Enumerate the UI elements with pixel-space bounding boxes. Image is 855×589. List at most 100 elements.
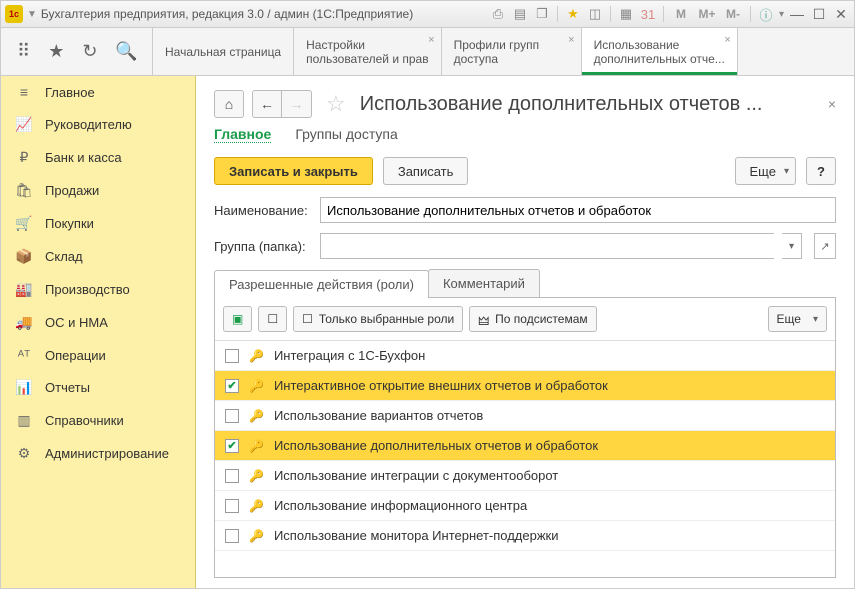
key-icon: 🔑 xyxy=(249,409,264,423)
history-icon[interactable]: ↻ xyxy=(82,41,97,62)
top-toolbar: ⠿ ★ ↻ 🔍 Начальная страница Настройки пол… xyxy=(0,28,855,76)
name-input[interactable] xyxy=(320,197,836,223)
role-checkbox[interactable] xyxy=(225,379,239,393)
nav-back-button[interactable]: ← xyxy=(252,90,282,118)
memory-m-button[interactable]: M xyxy=(670,7,692,21)
more-button[interactable]: Еще xyxy=(735,157,796,185)
role-row[interactable]: 🔑Использование информационного центра xyxy=(215,491,835,521)
tool-icon[interactable]: ◫ xyxy=(586,6,604,22)
sidebar-item-label: Покупки xyxy=(45,216,94,231)
sidebar-item[interactable]: 🛍Продажи xyxy=(1,174,195,207)
save-and-close-button[interactable]: Записать и закрыть xyxy=(214,157,373,185)
sidebar-item[interactable]: ▥Справочники xyxy=(1,404,195,437)
subtab-main[interactable]: Главное xyxy=(214,126,271,143)
role-row[interactable]: 🔑Использование монитора Интернет-поддерж… xyxy=(215,521,835,551)
subtab-groups[interactable]: Группы доступа xyxy=(295,126,397,143)
key-icon: 🔑 xyxy=(249,349,264,363)
sidebar-item-label: Операции xyxy=(45,348,106,363)
home-button[interactable]: ⌂ xyxy=(214,90,244,118)
sidebar-item[interactable]: 🏭Производство xyxy=(1,273,195,306)
tab-label-line1: Профили групп xyxy=(454,38,569,52)
sidebar-item[interactable]: ≡Главное xyxy=(1,76,195,108)
tree-icon: 🜲 xyxy=(478,307,489,332)
sidebar-item-icon: ₽ xyxy=(15,149,33,166)
tab-comment[interactable]: Комментарий xyxy=(428,269,540,297)
info-icon[interactable]: ⓘ xyxy=(757,5,775,24)
sidebar-item[interactable]: 📈 Руководителю xyxy=(1,108,195,141)
tab-home[interactable]: Начальная страница xyxy=(153,28,294,75)
group-input[interactable] xyxy=(320,233,774,259)
select-all-icon: ▣ xyxy=(232,312,243,326)
copy-icon[interactable]: ❐ xyxy=(533,6,551,22)
role-list: 🔑Интеграция с 1С-Бухфон🔑Интерактивное от… xyxy=(215,340,835,577)
nav-forward-button[interactable]: → xyxy=(282,90,312,118)
role-row[interactable]: 🔑Интеграция с 1С-Бухфон xyxy=(215,341,835,371)
window-title: Бухгалтерия предприятия, редакция 3.0 / … xyxy=(41,7,413,21)
role-row[interactable]: 🔑Использование вариантов отчетов xyxy=(215,401,835,431)
sidebar-item-label: Отчеты xyxy=(45,380,90,395)
role-checkbox[interactable] xyxy=(225,499,239,513)
only-selected-button[interactable]: ☐Только выбранные роли xyxy=(293,306,463,332)
sidebar-item-label: Руководителю xyxy=(45,117,132,132)
memory-mplus-button[interactable]: M+ xyxy=(696,7,718,21)
role-row[interactable]: 🔑Использование интеграции с документообо… xyxy=(215,461,835,491)
sidebar-item[interactable]: 📦Склад xyxy=(1,240,195,273)
sidebar-item[interactable]: ⚙Администрирование xyxy=(1,437,195,470)
group-open-icon[interactable]: ↗ xyxy=(814,233,836,259)
tab-label-line2: дополнительных отче... xyxy=(594,52,725,66)
deselect-all-button[interactable]: ☐ xyxy=(258,306,287,332)
tab-label-line1: Использование xyxy=(594,38,725,52)
close-button[interactable]: ✕ xyxy=(832,6,850,23)
role-checkbox[interactable] xyxy=(225,439,239,453)
tab-additional-reports[interactable]: Использование дополнительных отче... × xyxy=(582,28,738,75)
role-checkbox[interactable] xyxy=(225,469,239,483)
search-icon[interactable]: 🔍 xyxy=(115,41,137,62)
role-checkbox[interactable] xyxy=(225,529,239,543)
sidebar-item-icon: 📦 xyxy=(15,248,33,265)
tab-access-profiles[interactable]: Профили групп доступа × xyxy=(442,28,582,75)
calendar-icon[interactable]: 31 xyxy=(639,7,657,22)
favorite-star-icon[interactable]: ☆ xyxy=(326,91,346,117)
role-row[interactable]: 🔑Использование дополнительных отчетов и … xyxy=(215,431,835,461)
tab-close-icon[interactable]: × xyxy=(568,34,574,46)
deselect-all-icon: ☐ xyxy=(267,312,278,326)
sidebar-item-label: Производство xyxy=(45,282,130,297)
tab-roles[interactable]: Разрешенные действия (роли) xyxy=(214,270,429,298)
help-button[interactable]: ? xyxy=(806,157,836,185)
sidebar-item[interactable]: 🚚ОС и НМА xyxy=(1,306,195,339)
star-icon[interactable]: ★ xyxy=(564,6,582,22)
memory-mminus-button[interactable]: M- xyxy=(722,7,744,21)
minimize-button[interactable]: — xyxy=(788,6,806,22)
by-subsystems-label: По подсистемам xyxy=(495,312,587,326)
app-menu-dropdown-icon[interactable]: ▼ xyxy=(27,9,37,20)
group-dropdown-icon[interactable]: ▾ xyxy=(782,233,802,259)
tab-close-icon[interactable]: × xyxy=(724,34,730,46)
sidebar-item-icon: 📈 xyxy=(15,116,33,133)
sidebar-item[interactable]: 🛒Покупки xyxy=(1,207,195,240)
roles-more-button[interactable]: Еще▾ xyxy=(768,306,827,332)
page-close-icon[interactable]: × xyxy=(828,96,836,112)
filter-icon: ☐ xyxy=(302,312,313,326)
role-checkbox[interactable] xyxy=(225,349,239,363)
apps-icon[interactable]: ⠿ xyxy=(17,41,30,62)
tab-close-icon[interactable]: × xyxy=(428,34,434,46)
page-title: Использование дополнительных отчетов ... xyxy=(360,93,814,116)
sidebar-item[interactable]: ₽Банк и касса xyxy=(1,141,195,174)
role-checkbox[interactable] xyxy=(225,409,239,423)
role-row[interactable]: 🔑Интерактивное открытие внешних отчетов … xyxy=(215,371,835,401)
key-icon: 🔑 xyxy=(249,379,264,393)
sidebar-item-icon: 🛍 xyxy=(15,182,33,199)
info-dropdown-icon[interactable]: ▾ xyxy=(779,9,784,20)
maximize-button[interactable]: ☐ xyxy=(810,6,828,23)
sidebar-item[interactable]: 📊Отчеты xyxy=(1,371,195,404)
print-icon[interactable]: ⎙ xyxy=(489,6,507,22)
by-subsystems-button[interactable]: 🜲 По подсистемам xyxy=(469,306,596,332)
doc-icon[interactable]: ▤ xyxy=(511,6,529,22)
save-button[interactable]: Записать xyxy=(383,157,469,185)
favorite-icon[interactable]: ★ xyxy=(48,41,64,62)
tab-label-line1: Настройки xyxy=(306,38,428,52)
select-all-button[interactable]: ▣ xyxy=(223,306,252,332)
calc-icon[interactable]: ▦ xyxy=(617,6,635,22)
tab-user-settings[interactable]: Настройки пользователей и прав × xyxy=(294,28,441,75)
sidebar-item[interactable]: ᴬᵀОперации xyxy=(1,339,195,371)
